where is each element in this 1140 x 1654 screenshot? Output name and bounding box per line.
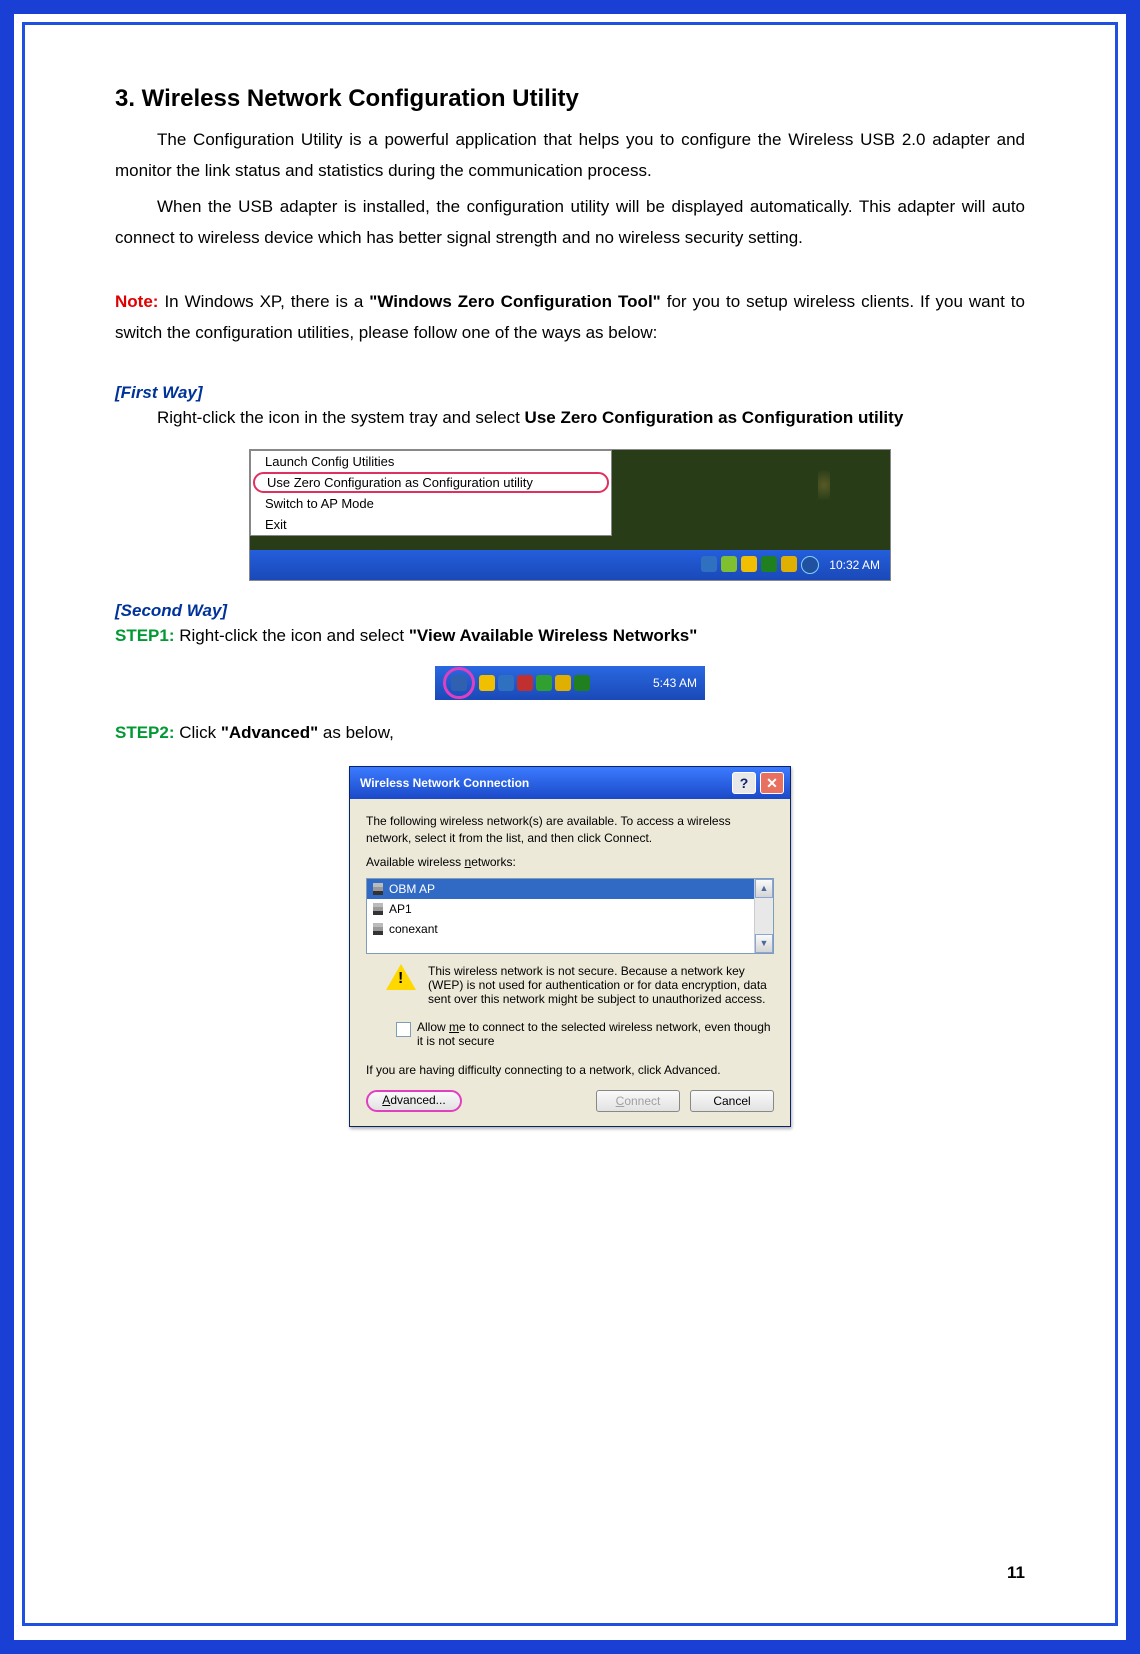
- step1-text: STEP1: Right-click the icon and select "…: [115, 621, 1025, 652]
- signal-icon: [373, 903, 383, 915]
- section-heading: 3. Wireless Network Configuration Utilit…: [115, 85, 1025, 113]
- warning-icon: [386, 964, 416, 992]
- tray-icon[interactable]: [536, 675, 552, 691]
- tray-closeup-screenshot: 5:43 AM: [435, 666, 705, 700]
- dialog-title: Wireless Network Connection: [360, 776, 529, 790]
- taskbar-clock: 10:32 AM: [829, 558, 880, 572]
- first-way-heading: [First Way]: [115, 383, 1025, 403]
- tray-icon[interactable]: [479, 675, 495, 691]
- tray-icon[interactable]: [741, 556, 757, 572]
- tray-icon[interactable]: [781, 556, 797, 572]
- tray-icon[interactable]: [574, 675, 590, 691]
- menu-item-zero-config[interactable]: Use Zero Configuration as Configuration …: [253, 472, 609, 493]
- tray-icon[interactable]: [701, 556, 717, 572]
- context-menu: Launch Config Utilities Use Zero Configu…: [250, 450, 612, 536]
- warning-text: This wireless network is not secure. Bec…: [428, 964, 770, 1006]
- page-number: 11: [1007, 1563, 1025, 1583]
- networks-listbox[interactable]: OBM AP AP1 conexant ▲ ▼: [366, 878, 774, 954]
- menu-item-ap-mode[interactable]: Switch to AP Mode: [251, 493, 611, 514]
- taskbar-clock: 5:43 AM: [653, 676, 697, 690]
- wireless-icon-highlight[interactable]: [443, 667, 475, 699]
- note-bold-phrase: "Windows Zero Configuration Tool": [369, 292, 660, 311]
- menu-item-exit[interactable]: Exit: [251, 514, 611, 535]
- first-way-text: Right-click the icon in the system tray …: [115, 403, 1025, 434]
- menu-item-launch[interactable]: Launch Config Utilities: [251, 451, 611, 472]
- allow-connect-checkbox[interactable]: [396, 1022, 411, 1037]
- checkbox-label: Allow me to connect to the selected wire…: [417, 1020, 774, 1048]
- tray-icon[interactable]: [761, 556, 777, 572]
- paragraph-intro-1: The Configuration Utility is a powerful …: [115, 125, 1025, 186]
- network-item-selected[interactable]: OBM AP: [367, 879, 754, 899]
- tray-icon[interactable]: [498, 675, 514, 691]
- trouble-text: If you are having difficulty connecting …: [366, 1062, 774, 1078]
- signal-icon: [373, 923, 383, 935]
- network-item[interactable]: AP1: [367, 899, 754, 919]
- tray-icon[interactable]: [555, 675, 571, 691]
- scroll-up-icon[interactable]: ▲: [755, 879, 773, 898]
- network-item[interactable]: conexant: [367, 919, 754, 939]
- step2-text: STEP2: Click "Advanced" as below,: [115, 718, 1025, 749]
- note-label: Note:: [115, 292, 158, 311]
- note-paragraph: Note: In Windows XP, there is a "Windows…: [115, 287, 1025, 348]
- wireless-tray-icon[interactable]: [801, 556, 819, 574]
- wireless-tray-icon[interactable]: [451, 675, 467, 691]
- tray-icon[interactable]: [517, 675, 533, 691]
- scroll-down-icon[interactable]: ▼: [755, 934, 773, 953]
- second-way-heading: [Second Way]: [115, 601, 1025, 621]
- context-menu-screenshot: Launch Config Utilities Use Zero Configu…: [249, 449, 891, 581]
- tray-icon[interactable]: [721, 556, 737, 572]
- step2-label: STEP2:: [115, 723, 175, 742]
- taskbar: 10:32 AM: [250, 550, 890, 580]
- available-networks-label: Available wireless networks:: [366, 854, 774, 870]
- close-button[interactable]: ✕: [760, 772, 784, 794]
- dialog-titlebar: Wireless Network Connection ? ✕: [350, 767, 790, 799]
- system-tray: [701, 556, 819, 574]
- signal-icon: [373, 883, 383, 895]
- advanced-button[interactable]: Advanced...: [366, 1090, 462, 1112]
- connect-button[interactable]: Connect: [596, 1090, 680, 1112]
- paragraph-intro-2: When the USB adapter is installed, the c…: [115, 192, 1025, 253]
- scrollbar[interactable]: ▲ ▼: [754, 879, 773, 953]
- cancel-button[interactable]: Cancel: [690, 1090, 774, 1112]
- help-button[interactable]: ?: [732, 772, 756, 794]
- wireless-connection-dialog: Wireless Network Connection ? ✕ The foll…: [349, 766, 791, 1127]
- dialog-intro-text: The following wireless network(s) are av…: [366, 813, 774, 845]
- step1-label: STEP1:: [115, 626, 175, 645]
